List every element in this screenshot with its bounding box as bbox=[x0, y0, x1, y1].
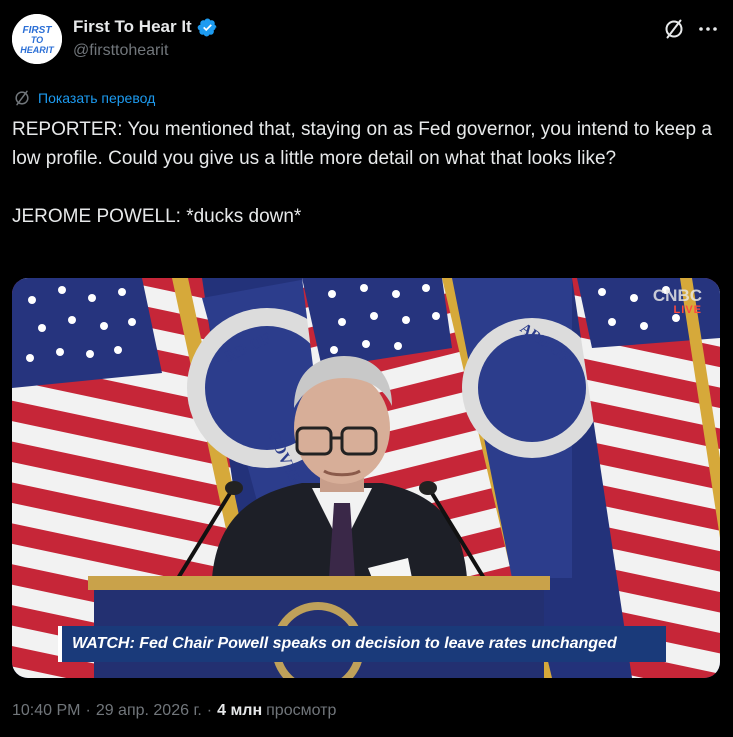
tweet-date[interactable]: 29 апр. 2026 г. bbox=[96, 702, 202, 720]
news-chyron: WATCH: Fed Chair Powell speaks on decisi… bbox=[58, 626, 666, 662]
translate-icon bbox=[15, 90, 29, 106]
verified-badge-icon[interactable] bbox=[197, 17, 218, 38]
translate-label: Показать перевод bbox=[38, 90, 156, 106]
svg-text:HEARIT: HEARIT bbox=[20, 45, 55, 55]
tweet-paragraph: JEROME POWELL: *ducks down* bbox=[12, 206, 302, 227]
network-logo: CNBC LIVE bbox=[653, 286, 702, 316]
author-handle[interactable]: @firsttohearit bbox=[73, 42, 168, 60]
meta-separator: · bbox=[206, 702, 213, 719]
grok-icon[interactable] bbox=[662, 17, 686, 41]
video-frame-image: RD OF GOVER ARD OF bbox=[12, 278, 720, 678]
video-player[interactable]: RD OF GOVER ARD OF CNBC LIVE WATCH: Fed … bbox=[12, 278, 720, 678]
author-name[interactable]: First To Hear It bbox=[73, 17, 192, 37]
network-name: CNBC bbox=[652, 286, 702, 305]
chyron-text: WATCH: Fed Chair Powell speaks on decisi… bbox=[72, 635, 617, 652]
tweet-text: REPORTER: You mentioned that, staying on… bbox=[12, 115, 712, 231]
tweet-paragraph: REPORTER: You mentioned that, staying on… bbox=[12, 119, 712, 169]
tweet-card: FIRST TO HEARIT First To Hear It @firstt… bbox=[0, 0, 733, 737]
author-avatar[interactable]: FIRST TO HEARIT bbox=[12, 14, 62, 64]
svg-text:TO: TO bbox=[31, 35, 43, 45]
show-translation-link[interactable]: Показать перевод bbox=[12, 88, 155, 108]
views-label: просмотр bbox=[266, 702, 337, 719]
tweet-time[interactable]: 10:40 PM bbox=[12, 702, 80, 720]
tweet-meta: 10:40 PM · 29 апр. 2026 г. · 4 млн просм… bbox=[12, 700, 336, 722]
avatar-logo: FIRST TO HEARIT bbox=[12, 14, 62, 64]
views-count[interactable]: 4 млн bbox=[217, 702, 262, 720]
more-dots-icon[interactable] bbox=[696, 17, 720, 41]
author-name-row: First To Hear It bbox=[73, 16, 218, 38]
meta-separator: · bbox=[85, 702, 91, 719]
